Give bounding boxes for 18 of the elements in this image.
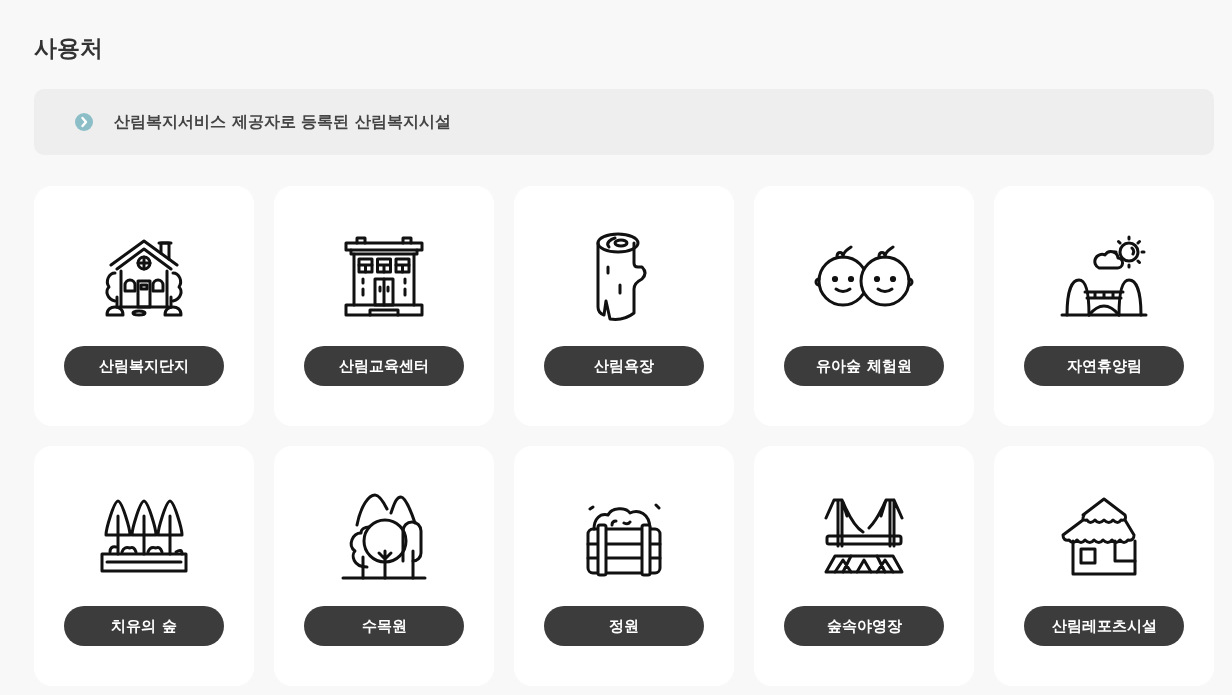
facility-button[interactable]: 산림욕장 bbox=[544, 346, 704, 386]
page-title: 사용처 bbox=[34, 34, 103, 63]
chevron-right-icon bbox=[75, 113, 93, 131]
facility-button[interactable]: 수목원 bbox=[304, 606, 464, 646]
bridge-hills-icon bbox=[1059, 234, 1149, 318]
facility-button[interactable]: 산림교육센터 bbox=[304, 346, 464, 386]
building-icon bbox=[343, 235, 425, 317]
facility-button[interactable]: 치유의 숲 bbox=[64, 606, 224, 646]
facility-button[interactable]: 숲속야영장 bbox=[784, 606, 944, 646]
facility-button[interactable]: 산림레포츠시설 bbox=[1024, 606, 1184, 646]
planted-trees-icon bbox=[98, 498, 190, 574]
facility-button[interactable]: 산림복지단지 bbox=[64, 346, 224, 386]
baby-faces-icon bbox=[813, 243, 915, 309]
facility-button[interactable]: 유아숲 체험원 bbox=[784, 346, 944, 386]
forest-icon bbox=[339, 491, 429, 581]
facility-button[interactable]: 정원 bbox=[544, 606, 704, 646]
notice-text: 산림복지서비스 제공자로 등록된 산림복지시설 bbox=[114, 111, 451, 133]
facility-button[interactable]: 자연휴양림 bbox=[1024, 346, 1184, 386]
